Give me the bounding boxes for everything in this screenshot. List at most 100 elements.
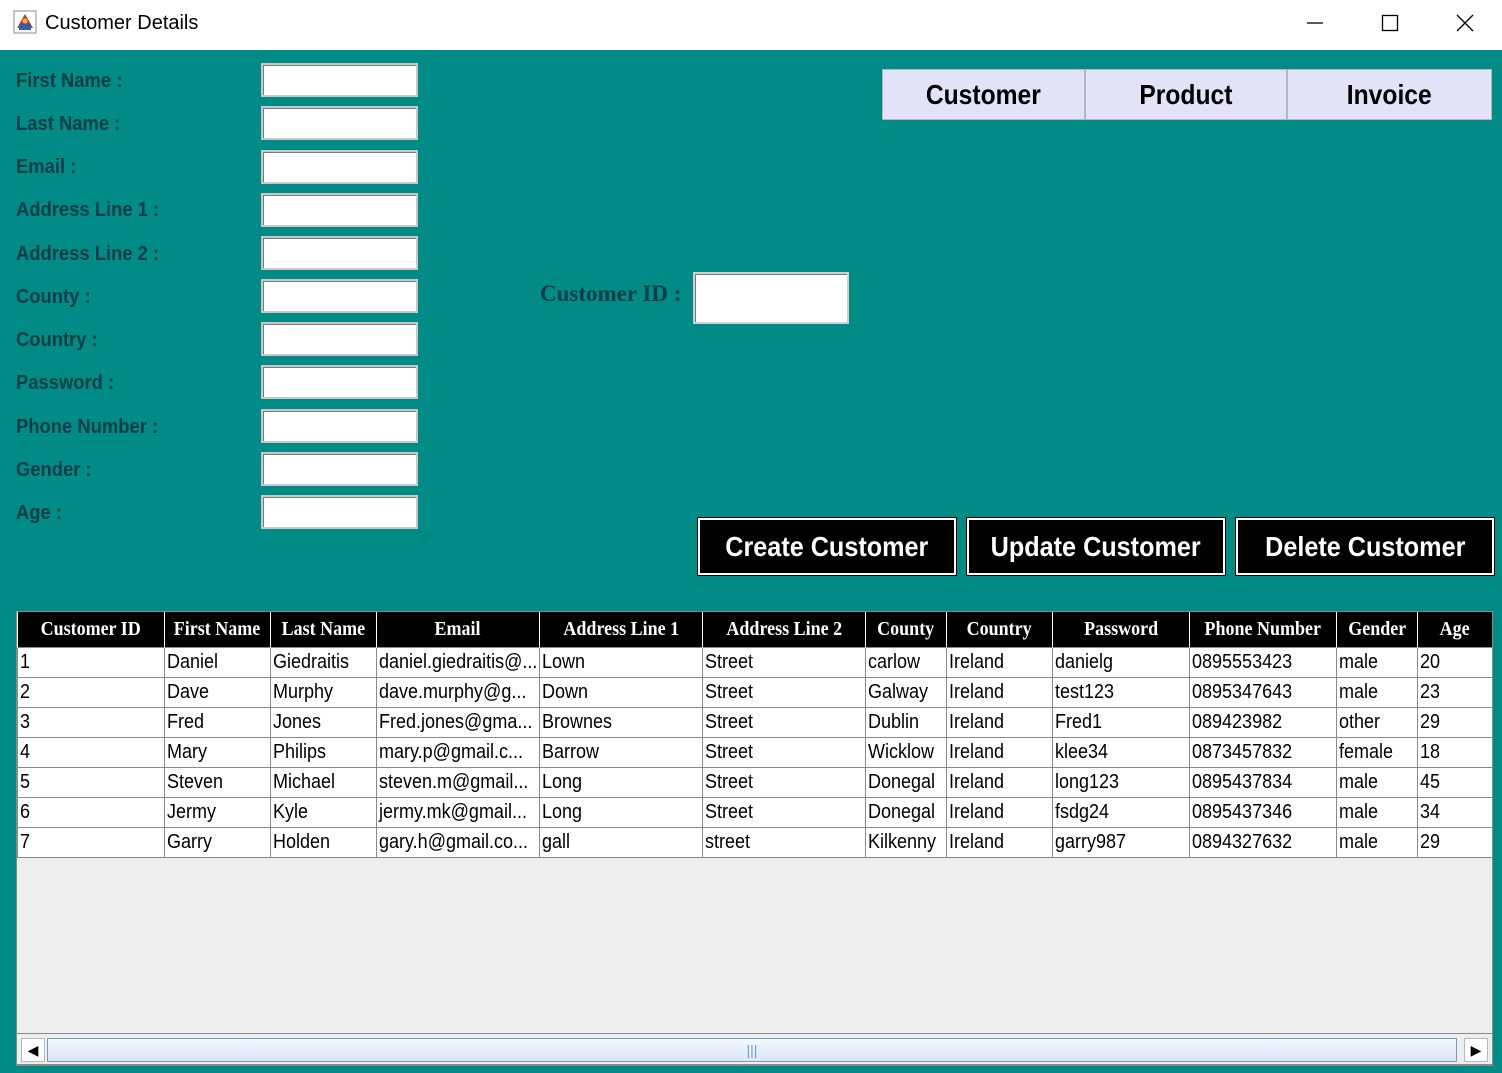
table-cell-customer-id[interactable]: 6 bbox=[17, 796, 165, 828]
table-cell-country[interactable]: Ireland bbox=[946, 826, 1053, 858]
table-cell-first-name[interactable]: Mary bbox=[164, 736, 271, 768]
first-name-input[interactable] bbox=[261, 63, 418, 97]
table-cell-phone-number[interactable]: 089423982 bbox=[1189, 706, 1337, 738]
table-cell-county[interactable]: Wicklow bbox=[865, 736, 947, 768]
table-cell-email[interactable]: Fred.jones@gma... bbox=[376, 706, 540, 738]
table-row[interactable]: 7 Garry Holden gary.h@gmail.co... gall street… bbox=[17, 826, 1492, 858]
table-cell-address-line-1[interactable]: Brownes bbox=[539, 706, 703, 738]
column-header-age[interactable]: Age bbox=[1417, 612, 1492, 647]
scroll-right-arrow-icon[interactable]: ▶ bbox=[1464, 1038, 1488, 1062]
table-cell-county[interactable]: Donegal bbox=[865, 766, 947, 798]
customer-nav-button[interactable]: Customer bbox=[882, 69, 1085, 120]
table-cell-gender[interactable]: male bbox=[1336, 826, 1418, 858]
update-customer-button[interactable]: Update Customer bbox=[966, 517, 1226, 576]
table-cell-country[interactable]: Ireland bbox=[946, 706, 1053, 738]
table-cell-address-line-2[interactable]: Street bbox=[702, 766, 866, 798]
table-cell-gender[interactable]: female bbox=[1336, 736, 1418, 768]
table-cell-address-line-1[interactable]: Down bbox=[539, 676, 703, 708]
gender-input[interactable] bbox=[261, 452, 418, 486]
table-cell-address-line-2[interactable]: Street bbox=[702, 796, 866, 828]
table-cell-customer-id[interactable]: 5 bbox=[17, 766, 165, 798]
table-cell-gender[interactable]: male bbox=[1336, 676, 1418, 708]
table-cell-email[interactable]: dave.murphy@g... bbox=[376, 676, 540, 708]
column-header-first-name[interactable]: First Name bbox=[164, 612, 271, 647]
table-cell-password[interactable]: long123 bbox=[1052, 766, 1190, 798]
table-cell-age[interactable]: 45 bbox=[1417, 766, 1492, 798]
table-cell-age[interactable]: 29 bbox=[1417, 826, 1492, 858]
customer-id-input[interactable] bbox=[693, 272, 849, 324]
table-row[interactable]: 3 Fred Jones Fred.jones@gma... Brownes Street… bbox=[17, 706, 1492, 738]
table-cell-first-name[interactable]: Steven bbox=[164, 766, 271, 798]
table-cell-last-name[interactable]: Giedraitis bbox=[270, 646, 377, 678]
column-header-password[interactable]: Password bbox=[1052, 612, 1190, 647]
column-header-address-line-1[interactable]: Address Line 1 bbox=[539, 612, 703, 647]
table-cell-county[interactable]: carlow bbox=[865, 646, 947, 678]
table-cell-password[interactable]: garry987 bbox=[1052, 826, 1190, 858]
table-row[interactable]: 1 Daniel Giedraitis daniel.giedraitis@... Lo… bbox=[17, 646, 1492, 678]
table-cell-phone-number[interactable]: 0895347643 bbox=[1189, 676, 1337, 708]
table-cell-country[interactable]: Ireland bbox=[946, 766, 1053, 798]
scroll-left-arrow-icon[interactable]: ◀ bbox=[21, 1038, 45, 1062]
table-cell-age[interactable]: 34 bbox=[1417, 796, 1492, 828]
table-cell-address-line-1[interactable]: gall bbox=[539, 826, 703, 858]
column-header-gender[interactable]: Gender bbox=[1336, 612, 1418, 647]
table-cell-last-name[interactable]: Jones bbox=[270, 706, 377, 738]
age-input[interactable] bbox=[261, 495, 418, 529]
table-cell-country[interactable]: Ireland bbox=[946, 676, 1053, 708]
table-cell-password[interactable]: Fred1 bbox=[1052, 706, 1190, 738]
last-name-input[interactable] bbox=[261, 106, 418, 140]
column-header-county[interactable]: County bbox=[865, 612, 947, 647]
table-cell-phone-number[interactable]: 0873457832 bbox=[1189, 736, 1337, 768]
table-cell-address-line-2[interactable]: Street bbox=[702, 706, 866, 738]
table-cell-address-line-1[interactable]: Lown bbox=[539, 646, 703, 678]
column-header-address-line-2[interactable]: Address Line 2 bbox=[702, 612, 866, 647]
table-cell-last-name[interactable]: Kyle bbox=[270, 796, 377, 828]
table-cell-password[interactable]: klee34 bbox=[1052, 736, 1190, 768]
table-cell-first-name[interactable]: Fred bbox=[164, 706, 271, 738]
table-cell-address-line-2[interactable]: street bbox=[702, 826, 866, 858]
table-row[interactable]: 2 Dave Murphy dave.murphy@g... Down Street Gal… bbox=[17, 676, 1492, 708]
country-input[interactable] bbox=[261, 322, 418, 356]
table-cell-country[interactable]: Ireland bbox=[946, 796, 1053, 828]
table-cell-county[interactable]: Galway bbox=[865, 676, 947, 708]
table-cell-address-line-2[interactable]: Street bbox=[702, 676, 866, 708]
table-cell-country[interactable]: Ireland bbox=[946, 736, 1053, 768]
table-cell-age[interactable]: 20 bbox=[1417, 646, 1492, 678]
phone-number-input[interactable] bbox=[261, 409, 418, 443]
table-cell-first-name[interactable]: Dave bbox=[164, 676, 271, 708]
column-header-country[interactable]: Country bbox=[946, 612, 1053, 647]
table-cell-email[interactable]: jermy.mk@gmail... bbox=[376, 796, 540, 828]
table-cell-gender[interactable]: male bbox=[1336, 646, 1418, 678]
table-cell-last-name[interactable]: Michael bbox=[270, 766, 377, 798]
table-cell-password[interactable]: test123 bbox=[1052, 676, 1190, 708]
scrollbar-thumb[interactable]: ||| bbox=[47, 1038, 1457, 1062]
table-cell-address-line-2[interactable]: Street bbox=[702, 736, 866, 768]
table-cell-password[interactable]: fsdg24 bbox=[1052, 796, 1190, 828]
table-cell-email[interactable]: steven.m@gmail... bbox=[376, 766, 540, 798]
table-cell-first-name[interactable]: Garry bbox=[164, 826, 271, 858]
maximize-button[interactable] bbox=[1355, 0, 1425, 46]
table-cell-last-name[interactable]: Philips bbox=[270, 736, 377, 768]
table-cell-county[interactable]: Dublin bbox=[865, 706, 947, 738]
table-cell-email[interactable]: mary.p@gmail.c... bbox=[376, 736, 540, 768]
table-cell-customer-id[interactable]: 7 bbox=[17, 826, 165, 858]
column-header-email[interactable]: Email bbox=[376, 612, 540, 647]
address-line-1-input[interactable] bbox=[261, 193, 418, 227]
email-input[interactable] bbox=[261, 150, 418, 184]
table-cell-address-line-2[interactable]: Street bbox=[702, 646, 866, 678]
invoice-nav-button[interactable]: Invoice bbox=[1287, 69, 1492, 120]
horizontal-scrollbar[interactable]: ◀ ||| ▶ bbox=[16, 1033, 1493, 1065]
table-cell-county[interactable]: Donegal bbox=[865, 796, 947, 828]
address-line-2-input[interactable] bbox=[261, 236, 418, 270]
table-cell-phone-number[interactable]: 0895553423 bbox=[1189, 646, 1337, 678]
table-cell-last-name[interactable]: Murphy bbox=[270, 676, 377, 708]
table-cell-county[interactable]: Kilkenny bbox=[865, 826, 947, 858]
column-header-phone-number[interactable]: Phone Number bbox=[1189, 612, 1337, 647]
table-cell-email[interactable]: gary.h@gmail.co... bbox=[376, 826, 540, 858]
minimize-button[interactable] bbox=[1280, 0, 1350, 46]
table-cell-age[interactable]: 23 bbox=[1417, 676, 1492, 708]
county-input[interactable] bbox=[261, 279, 418, 313]
table-cell-first-name[interactable]: Jermy bbox=[164, 796, 271, 828]
table-cell-address-line-1[interactable]: Long bbox=[539, 766, 703, 798]
table-row[interactable]: 6 Jermy Kyle jermy.mk@gmail... Long Street Don… bbox=[17, 796, 1492, 828]
